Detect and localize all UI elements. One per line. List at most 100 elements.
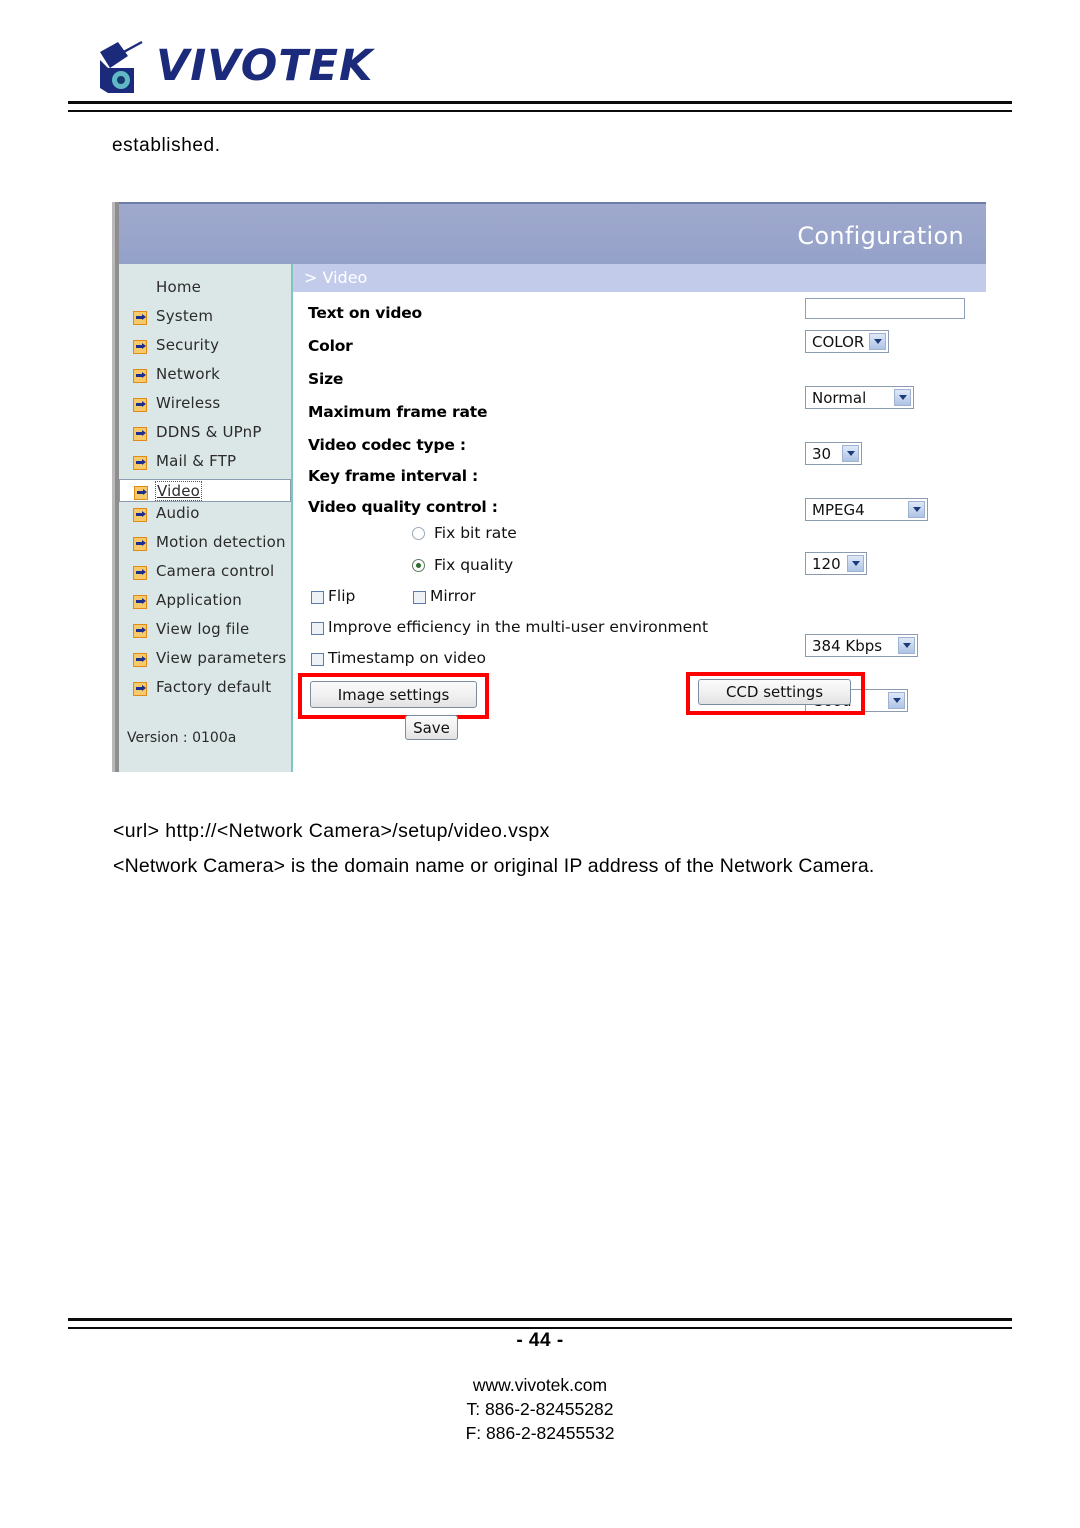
arrow-bullet-icon: [133, 653, 147, 667]
sidebar-item-mail-ftp[interactable]: Mail & FTP: [119, 450, 291, 479]
size-select[interactable]: Normal: [805, 386, 914, 409]
sidebar-item-motion-detection[interactable]: Motion detection: [119, 531, 291, 560]
sidebar-item-label: Security: [156, 336, 220, 354]
fix-quality-label: Fix quality: [434, 556, 514, 574]
sidebar-item-application[interactable]: Application: [119, 589, 291, 618]
sidebar-item-network[interactable]: Network: [119, 363, 291, 392]
bit-rate-select[interactable]: 384 Kbps: [805, 634, 918, 657]
firmware-version: Version : 0100a: [127, 730, 237, 746]
sidebar-item-label: Mail & FTP: [156, 452, 237, 470]
flip-checkbox[interactable]: [311, 591, 324, 604]
sidebar-item-label: View parameters: [156, 649, 287, 667]
label-size: Size: [308, 370, 344, 388]
color-select[interactable]: COLOR: [805, 330, 889, 353]
sidebar-item-label: Wireless: [156, 394, 221, 412]
video-codec-select[interactable]: MPEG4: [805, 498, 928, 521]
mirror-label: Mirror: [430, 587, 476, 605]
page-number: - 44 -: [516, 1330, 564, 1351]
label-key-frame: Key frame interval :: [308, 467, 479, 485]
settings-content: Text on video Color Size Maximum frame r…: [293, 292, 986, 772]
sidebar-item-ddns-upnp[interactable]: DDNS & UPnP: [119, 421, 291, 450]
configuration-screenshot: Configuration > Video Home System Securi…: [112, 202, 986, 772]
save-button[interactable]: Save: [405, 715, 458, 740]
arrow-bullet-icon: [133, 398, 147, 412]
sidebar-item-label: Network: [156, 365, 221, 383]
sidebar-item-home[interactable]: Home: [119, 276, 291, 305]
mirror-checkbox[interactable]: [413, 591, 426, 604]
sidebar-item-label: Video: [155, 481, 203, 501]
footer-contact: www.vivotek.com T: 886-2-82455282 F: 886…: [0, 1373, 1080, 1445]
sidebar-item-system[interactable]: System: [119, 305, 291, 334]
sidebar-item-view-log-file[interactable]: View log file: [119, 618, 291, 647]
label-quality-control: Video quality control :: [308, 498, 498, 516]
sidebar: Home System Security Network Wireless DD…: [119, 264, 291, 772]
breadcrumb: > Video: [304, 268, 368, 287]
vivotek-camera-logo: [100, 40, 143, 93]
label-video-codec: Video codec type :: [308, 436, 466, 454]
chevron-down-icon[interactable]: [908, 501, 925, 518]
max-frame-rate-select[interactable]: 30: [805, 442, 862, 465]
image-settings-button[interactable]: Image settings: [310, 681, 477, 708]
fix-bit-rate-label: Fix bit rate: [434, 524, 517, 542]
video-codec-value: MPEG4: [812, 500, 865, 519]
sidebar-item-label: Factory default: [156, 678, 272, 696]
fix-quality-radio[interactable]: [412, 559, 425, 572]
vivotek-logo: VIVOTEK: [96, 36, 372, 98]
footer-website: www.vivotek.com: [472, 1375, 608, 1395]
footer-fax: F: 886-2-82455532: [465, 1423, 615, 1443]
chevron-down-icon[interactable]: [888, 692, 905, 709]
key-frame-interval-value: 120: [812, 554, 841, 573]
sidebar-item-label: Motion detection: [156, 533, 286, 551]
sidebar-item-audio[interactable]: Audio: [119, 502, 291, 531]
key-frame-interval-select[interactable]: 120: [805, 552, 867, 575]
arrow-bullet-icon: [133, 595, 147, 609]
chevron-down-icon[interactable]: [869, 333, 886, 350]
arrow-bullet-icon: [133, 566, 147, 580]
chevron-down-icon[interactable]: [847, 555, 864, 572]
sidebar-item-view-parameters[interactable]: View parameters: [119, 647, 291, 676]
sidebar-item-label: Application: [156, 591, 243, 609]
timestamp-checkbox[interactable]: [311, 653, 324, 666]
label-color: Color: [308, 337, 353, 355]
panel-left-rail-light: [112, 202, 115, 772]
ccd-settings-button[interactable]: CCD settings: [698, 679, 851, 705]
label-max-frame-rate: Maximum frame rate: [308, 403, 488, 421]
chevron-down-icon[interactable]: [842, 445, 859, 462]
configuration-titlebar: Configuration: [119, 202, 986, 266]
arrow-bullet-icon: [133, 624, 147, 638]
sidebar-item-label: View log file: [156, 620, 250, 638]
breadcrumb-bar: > Video: [293, 264, 986, 292]
color-select-value: COLOR: [812, 332, 865, 351]
arrow-bullet-icon: [134, 486, 148, 500]
arrow-bullet-icon: [133, 340, 147, 354]
chevron-down-icon[interactable]: [894, 389, 911, 406]
sidebar-item-video[interactable]: Video: [119, 479, 291, 502]
video-settings-form: Text on video Color Size Maximum frame r…: [293, 292, 986, 772]
chevron-down-icon[interactable]: [898, 637, 915, 654]
brand-wordmark: VIVOTEK: [156, 41, 374, 91]
sidebar-menu: Home System Security Network Wireless DD…: [119, 276, 291, 705]
sidebar-item-security[interactable]: Security: [119, 334, 291, 363]
arrow-bullet-icon: [133, 311, 147, 325]
header-divider: [68, 101, 1012, 112]
arrow-bullet-icon: [133, 456, 147, 470]
arrow-bullet-icon: [133, 537, 147, 551]
arrow-bullet-icon: [133, 682, 147, 696]
max-frame-rate-value: 30: [812, 444, 832, 463]
text-on-video-input[interactable]: [805, 298, 965, 319]
url-line: <url> http://<Network Camera>/setup/vide…: [113, 820, 550, 842]
timestamp-label: Timestamp on video: [328, 649, 487, 667]
sidebar-item-factory-default[interactable]: Factory default: [119, 676, 291, 705]
sidebar-item-camera-control[interactable]: Camera control: [119, 560, 291, 589]
intro-paragraph: established.: [112, 135, 221, 156]
sidebar-item-wireless[interactable]: Wireless: [119, 392, 291, 421]
bit-rate-value: 384 Kbps: [812, 636, 883, 655]
improve-efficiency-checkbox[interactable]: [311, 622, 324, 635]
label-text-on-video: Text on video: [308, 304, 422, 322]
arrow-bullet-icon: [133, 369, 147, 383]
arrow-bullet-icon: [133, 427, 147, 441]
sidebar-item-label: Camera control: [156, 562, 275, 580]
footer-divider: [68, 1318, 1012, 1329]
improve-efficiency-label: Improve efficiency in the multi-user env…: [328, 618, 709, 636]
fix-bit-rate-radio[interactable]: [412, 527, 425, 540]
